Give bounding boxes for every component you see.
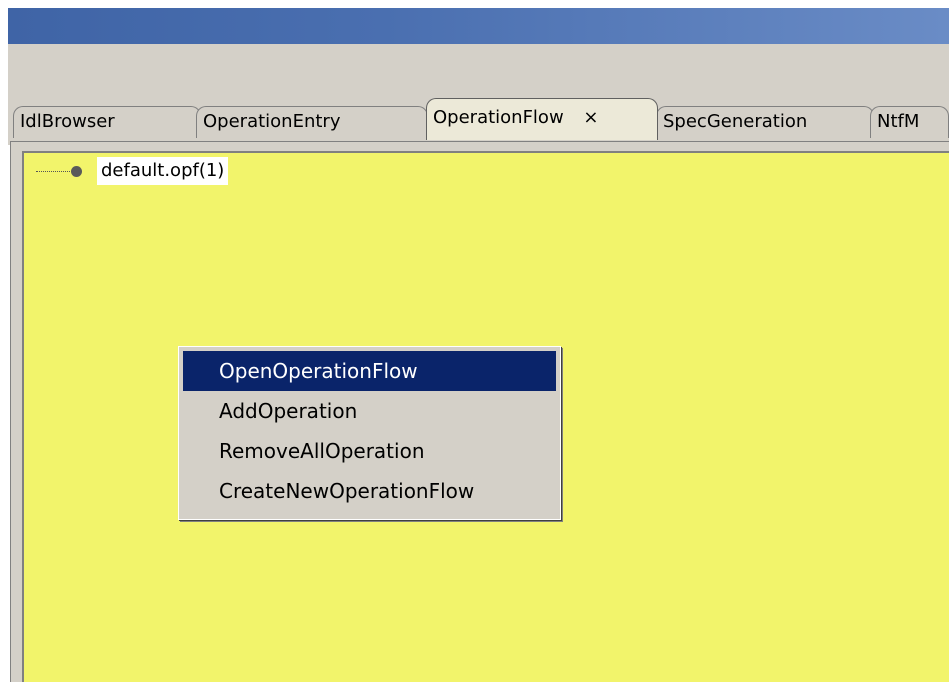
tab-idlbrowser[interactable]: IdlBrowser	[13, 106, 201, 138]
menu-item-open-operation-flow[interactable]: OpenOperationFlow	[183, 351, 556, 391]
menu-item-add-operation[interactable]: AddOperation	[183, 391, 556, 431]
tree-connector-line	[36, 171, 70, 172]
tab-operationflow[interactable]: OperationFlow ×	[426, 98, 658, 140]
context-menu: OpenOperationFlow AddOperation RemoveAll…	[178, 346, 561, 520]
menu-item-create-new-operation-flow[interactable]: CreateNewOperationFlow	[183, 471, 556, 511]
tab-label: OperationEntry	[203, 111, 341, 132]
close-icon[interactable]: ×	[583, 107, 598, 128]
window-title-bar[interactable]	[8, 8, 949, 44]
application-window: IdlBrowser OperationEntry SpecGeneration…	[0, 0, 949, 682]
tab-ntfm[interactable]: NtfM	[870, 106, 949, 138]
tab-operationentry[interactable]: OperationEntry	[196, 106, 428, 138]
tab-label: IdlBrowser	[20, 111, 115, 132]
tree-node-icon[interactable]	[71, 166, 82, 177]
tree-root-node[interactable]: default.opf(1)	[97, 157, 229, 185]
tab-specgeneration[interactable]: SpecGeneration	[656, 106, 874, 138]
tab-label: NtfM	[877, 111, 920, 132]
menu-item-remove-all-operation[interactable]: RemoveAllOperation	[183, 431, 556, 471]
tab-label: SpecGeneration	[663, 111, 808, 132]
tab-label: OperationFlow	[433, 107, 564, 128]
toolbar-area	[8, 44, 949, 90]
